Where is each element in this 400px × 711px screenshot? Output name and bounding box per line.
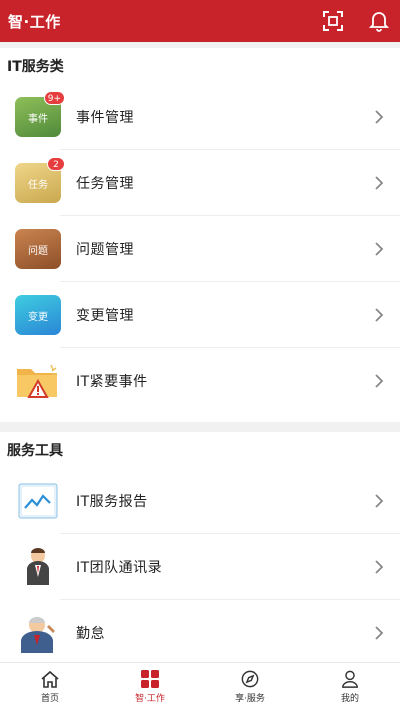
scan-icon[interactable] [320, 8, 346, 34]
chevron-right-icon [364, 560, 394, 574]
attendance-person-icon [15, 613, 61, 653]
tab-label: 首页 [40, 694, 59, 704]
menu-item-label: 事件管理 [76, 110, 134, 126]
section-title-service-tools: 服务工具 [7, 443, 63, 459]
tab-smart-work[interactable]: 智·工作 [100, 663, 200, 711]
unread-badge: 9+ [43, 91, 65, 105]
menu-item-label: 勤怠 [76, 626, 105, 642]
grid-icon [141, 670, 159, 688]
chevron-right-icon [364, 242, 394, 256]
chevron-right-icon [364, 110, 394, 124]
changes-icon: 变更 [15, 295, 61, 335]
warning-folder-icon [15, 361, 61, 401]
menu-item-it-team-directory[interactable]: IT团队通讯录 [0, 534, 400, 600]
contact-person-icon [15, 547, 61, 587]
unread-badge: 2 [47, 157, 65, 171]
menu-item-incident-management[interactable]: 事件 9+ 事件管理 [0, 84, 400, 150]
tab-enjoy-service[interactable]: 享·服务 [200, 663, 300, 711]
top-bar: 智·工作 [0, 0, 400, 42]
tasks-icon: 任务 2 [15, 157, 65, 203]
menu-item-change-management[interactable]: 变更 变更管理 [0, 282, 400, 348]
tab-mine[interactable]: 我的 [300, 663, 400, 711]
chevron-right-icon [364, 626, 394, 640]
chevron-right-icon [364, 374, 394, 388]
main-content: IT服务类 事件 9+ 事件管理 任务 2 任务管理 问题 问题管理 变更 变更… [0, 42, 400, 662]
events-icon: 事件 9+ [15, 91, 65, 137]
tab-home[interactable]: 首页 [0, 663, 100, 711]
tab-label: 享·服务 [235, 694, 265, 704]
menu-item-attendance[interactable]: 勤怠 [0, 600, 400, 662]
tab-label: 我的 [340, 694, 359, 704]
menu-item-label: IT服务报告 [76, 494, 148, 510]
bell-icon[interactable] [366, 8, 392, 34]
section-title-it-services: IT服务类 [7, 59, 64, 75]
chevron-right-icon [364, 308, 394, 322]
menu-item-label: 任务管理 [76, 176, 134, 192]
menu-item-label: 问题管理 [76, 242, 134, 258]
chevron-right-icon [364, 176, 394, 190]
problems-icon: 问题 [15, 229, 61, 269]
bottom-tab-bar: 首页 智·工作 享·服务 我的 [0, 662, 400, 711]
menu-item-problem-management[interactable]: 问题 问题管理 [0, 216, 400, 282]
menu-item-label: IT团队通讯录 [76, 560, 163, 576]
page-title: 智·工作 [8, 12, 61, 31]
person-icon [342, 670, 358, 688]
home-icon [41, 670, 59, 688]
menu-item-it-service-report[interactable]: IT服务报告 [0, 468, 400, 534]
menu-item-label: 变更管理 [76, 308, 134, 324]
menu-item-task-management[interactable]: 任务 2 任务管理 [0, 150, 400, 216]
tab-label: 智·工作 [135, 694, 165, 704]
menu-item-it-urgent-events[interactable]: IT紧要事件 [0, 348, 400, 414]
menu-item-label: IT紧要事件 [76, 374, 148, 390]
compass-icon [241, 670, 259, 688]
chevron-right-icon [364, 494, 394, 508]
chart-report-icon [15, 481, 61, 521]
